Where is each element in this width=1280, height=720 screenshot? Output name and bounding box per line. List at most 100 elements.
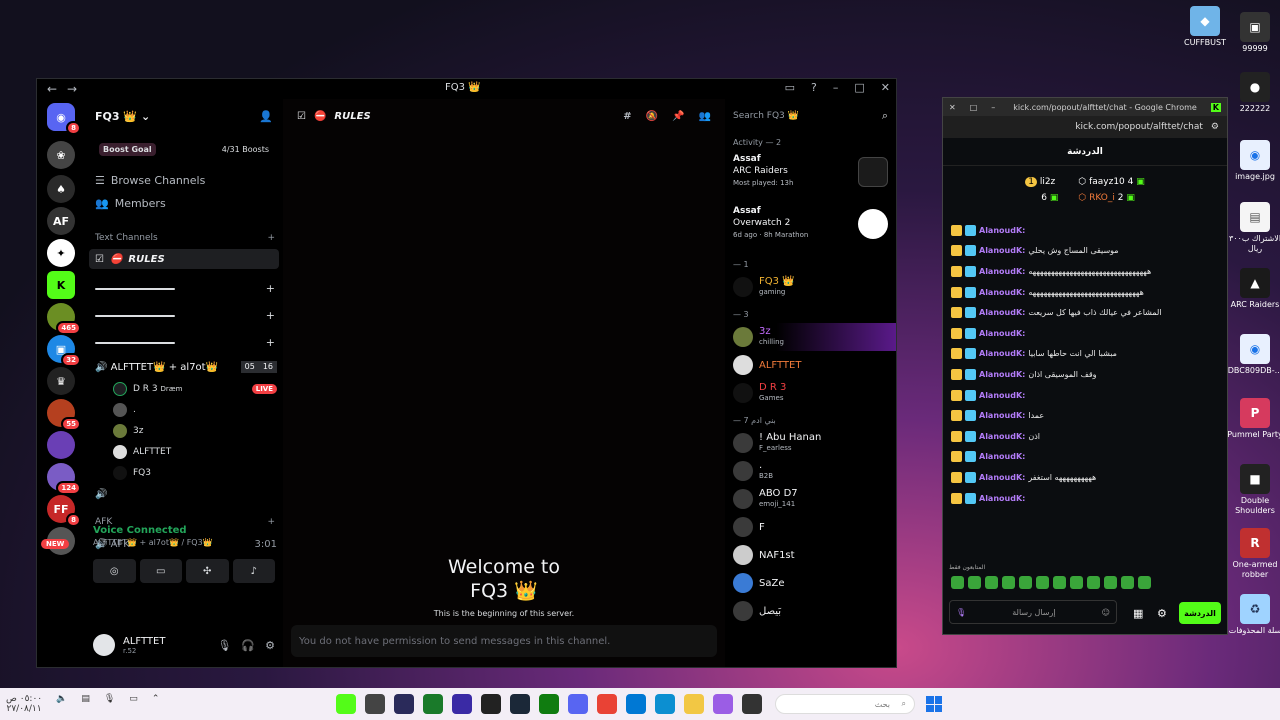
chat-username[interactable]: AlanoudK:	[979, 391, 1025, 400]
epic-games-icon[interactable]	[481, 694, 501, 714]
plus-icon[interactable]: +	[266, 309, 275, 322]
edge-icon[interactable]	[655, 694, 675, 714]
server-icon[interactable]: FF 8	[47, 495, 81, 527]
voice-user[interactable]: D R 3 Dræm LIVE	[85, 378, 283, 399]
chat-username[interactable]: AlanoudK:	[979, 226, 1025, 235]
server-icon[interactable]: ▣ 32	[47, 335, 81, 367]
desktop-icon-99999[interactable]: ▣ 99999	[1226, 12, 1280, 54]
chat-send-button[interactable]: الدردشة	[1179, 602, 1221, 624]
minimize-icon[interactable]: –	[991, 103, 995, 112]
emote-icon[interactable]	[951, 576, 964, 589]
discord-icon[interactable]	[568, 694, 588, 714]
member-item[interactable]: ALFTTET	[725, 351, 896, 379]
desktop-icon-one-armed-robber[interactable]: R One-armed robber	[1226, 528, 1280, 580]
emote-icon[interactable]	[985, 576, 998, 589]
desktop-icon-pummel-party[interactable]: P Pummel Party	[1226, 398, 1280, 440]
voice-user[interactable]: .	[85, 399, 283, 420]
server-icon-fq3[interactable]: ✦	[47, 239, 75, 267]
copilot-icon[interactable]	[713, 694, 733, 714]
server-icon[interactable]: 124	[47, 463, 81, 495]
maximize-icon[interactable]: □	[970, 103, 978, 112]
emote-icon[interactable]	[1104, 576, 1117, 589]
message-composer[interactable]: You do not have permission to send messa…	[291, 625, 717, 657]
chevron-up-icon[interactable]: ⌃	[152, 694, 160, 714]
member-list-icon[interactable]: 👥	[699, 111, 711, 122]
file-explorer-icon[interactable]	[684, 694, 704, 714]
activities-icon[interactable]: ✣	[186, 559, 229, 583]
server-icon[interactable]: ❀	[47, 141, 75, 169]
server-header[interactable]: FQ3 👑 ⌄ 👤	[85, 99, 283, 133]
member-item[interactable]: ABO D7 emoji_141	[725, 485, 896, 513]
volume-icon[interactable]: 🔈	[56, 694, 67, 714]
plus-icon[interactable]: +	[266, 336, 275, 349]
chat-username[interactable]: AlanoudK:	[979, 349, 1025, 358]
desktop-icon-arc-raiders[interactable]: ▲ ARC Raiders	[1226, 268, 1280, 310]
close-icon[interactable]: ✕	[949, 103, 956, 112]
emote-icon[interactable]	[1138, 576, 1151, 589]
activity-card[interactable]: Assaf Overwatch 2 6d ago · 8h Marathon	[725, 203, 896, 255]
windows-start-icon[interactable]	[926, 696, 942, 712]
boost-goal[interactable]: Boost Goal 4/31 Boosts	[91, 137, 277, 161]
server-icon[interactable]: 465	[47, 303, 81, 335]
desktop-icon-dbc809db[interactable]: ◉ DBC809DB-...	[1226, 334, 1280, 376]
clock[interactable]: ٠٥:٠٠ ص ٢٧/٠٨/١١	[6, 694, 42, 714]
member-item[interactable]: بَيصل	[725, 597, 896, 625]
voice-user[interactable]: FQ3	[85, 462, 283, 483]
battery-icon[interactable]: ▭	[129, 694, 138, 714]
channel-rules[interactable]: ☑ ⛔ RULES	[89, 249, 279, 269]
server-icon[interactable]	[47, 431, 75, 459]
members-link[interactable]: 👥 Members	[85, 192, 283, 215]
member-item[interactable]: FQ3 👑 gaming	[725, 273, 896, 301]
screen-share-icon[interactable]: ▭	[139, 559, 182, 583]
plus-icon[interactable]: +	[266, 282, 275, 295]
desktop-icon-subscription[interactable]: ▤ الاشتراك ب٣٠٠ ريال	[1226, 202, 1280, 254]
gift-box-icon[interactable]: ▦	[1133, 607, 1143, 620]
emote-icon[interactable]	[1087, 576, 1100, 589]
voice-user[interactable]: 3z	[85, 420, 283, 441]
member-item[interactable]: SaZe	[725, 569, 896, 597]
member-item[interactable]: NAF1st	[725, 541, 896, 569]
desktop-icon-222222[interactable]: ● 222222	[1226, 72, 1280, 114]
microphone-icon[interactable]: 🎙	[956, 608, 966, 617]
gear-icon[interactable]: ⚙	[265, 639, 275, 652]
chat-username[interactable]: AlanoudK:	[979, 370, 1025, 379]
minimize-icon[interactable]: –	[833, 81, 839, 94]
browse-channels[interactable]: ☰ Browse Channels	[85, 169, 283, 192]
voice-channel[interactable]: 🔊 ALFTTET👑 + al7ot👑 05 16	[85, 356, 283, 378]
app-icon[interactable]	[365, 694, 385, 714]
voice-channel[interactable]: 🔊	[85, 483, 283, 505]
member-item[interactable]: ! Abu Hanan F_earless	[725, 429, 896, 457]
desktop-icon-recycle-bin[interactable]: ♻ سلة المحذوفات	[1226, 594, 1280, 636]
category-divider[interactable]: +	[85, 302, 283, 329]
gear-icon[interactable]: ⚙	[1157, 607, 1167, 620]
maximize-icon[interactable]: □	[854, 81, 864, 94]
pin-icon[interactable]: 📌	[672, 111, 684, 122]
search-input[interactable]: Search FQ3 👑	[733, 111, 876, 121]
soundboard-icon[interactable]: ♪	[232, 559, 275, 583]
chat-username[interactable]: AlanoudK:	[979, 452, 1025, 461]
voice-user[interactable]: ALFTTET	[85, 441, 283, 462]
app-icon[interactable]	[452, 694, 472, 714]
desktop-icon-double-shoulders[interactable]: ■ Double Shoulders	[1226, 464, 1280, 516]
chat-username[interactable]: AlanoudK:	[979, 308, 1025, 317]
emote-icon[interactable]	[1002, 576, 1015, 589]
chat-username[interactable]: AlanoudK:	[979, 246, 1025, 255]
server-icon[interactable]: AF	[47, 207, 75, 235]
task-view-icon[interactable]	[742, 694, 762, 714]
mute-icon[interactable]: 🔕	[646, 111, 658, 122]
app-icon[interactable]	[423, 694, 443, 714]
steam-icon[interactable]	[510, 694, 530, 714]
voice-location[interactable]: ALFTTET👑 + al7ot👑 / FQ3👑	[93, 538, 275, 547]
server-icon[interactable]: 55	[47, 399, 81, 431]
member-item[interactable]: . B2B	[725, 457, 896, 485]
kick-app-icon[interactable]	[336, 694, 356, 714]
category-divider[interactable]: +	[85, 275, 283, 302]
text-channels-category[interactable]: Text Channels +	[85, 227, 283, 249]
chat-username[interactable]: AlanoudK:	[979, 329, 1025, 338]
emote-icon[interactable]	[1070, 576, 1083, 589]
microphone-icon[interactable]: 🎙	[104, 694, 115, 714]
chat-username[interactable]: AlanoudK:	[979, 411, 1025, 420]
emote-icon[interactable]	[1053, 576, 1066, 589]
inbox-icon[interactable]: ▭	[785, 81, 795, 94]
store-icon[interactable]	[626, 694, 646, 714]
